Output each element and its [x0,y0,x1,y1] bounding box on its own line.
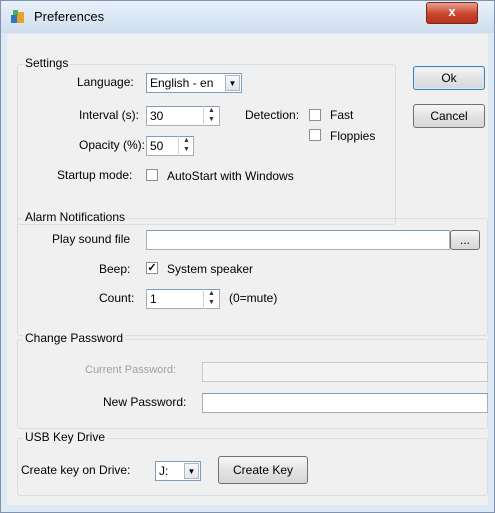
fast-checkbox[interactable] [309,109,321,121]
spin-up-icon[interactable]: ▲ [204,106,219,115]
language-select[interactable]: English - en ▼ [146,73,242,93]
new-password-input[interactable] [202,393,488,413]
drive-value: J: [159,464,169,478]
language-value: English - en [150,76,214,90]
alarm-legend: Alarm Notifications [23,210,128,224]
title-bar[interactable]: Preferences x [1,1,494,33]
chevron-down-icon[interactable]: ▼ [225,75,240,91]
create-key-label: Create Key [232,463,294,477]
play-sound-label: Play sound file [52,232,131,246]
spin-up-icon[interactable]: ▲ [204,289,219,298]
current-password-label: Current Password: [85,364,177,376]
spin-down-icon[interactable]: ▼ [204,115,219,124]
settings-legend: Settings [23,56,71,70]
password-legend: Change Password [23,331,126,345]
interval-value: 30 [150,109,164,123]
language-label: Language: [77,75,134,89]
autostart-checkbox[interactable] [146,169,158,181]
count-value: 1 [150,292,157,306]
password-group [17,339,488,429]
cancel-button-label: Cancel [430,109,468,123]
system-speaker-checkbox[interactable]: ✓ [146,262,158,274]
system-speaker-label: System speaker [167,262,254,276]
autostart-label: AutoStart with Windows [167,169,294,183]
startup-mode-label: Startup mode: [57,168,133,182]
preferences-window: Preferences x Settings Language: English… [0,0,495,513]
browse-button-label: ... [459,233,470,247]
opacity-stepper[interactable]: ▲ ▼ [178,136,194,156]
dialog-client-area: Settings Language: English - en ▼ Interv… [7,34,488,505]
new-password-label: New Password: [103,395,187,409]
fast-label: Fast [330,108,354,122]
window-title: Preferences [34,9,105,24]
spin-down-icon[interactable]: ▼ [204,298,219,307]
drive-select[interactable]: J: ▼ [155,461,201,481]
usb-legend: USB Key Drive [23,430,108,444]
interval-label: Interval (s): [79,108,140,122]
detection-label: Detection: [245,108,300,122]
browse-button[interactable]: ... [450,230,480,250]
chevron-down-icon[interactable]: ▼ [184,463,199,479]
app-icon [11,10,25,24]
opacity-value: 50 [150,139,164,153]
sound-file-input[interactable] [146,230,450,250]
count-stepper[interactable]: ▲ ▼ [203,289,219,309]
opacity-label: Opacity (%): [79,138,146,152]
count-label: Count: [99,291,135,305]
create-on-drive-label: Create key on Drive: [21,463,131,477]
cancel-button[interactable]: Cancel [413,104,485,128]
create-key-button[interactable]: Create Key [218,456,308,484]
interval-stepper[interactable]: ▲ ▼ [203,106,219,126]
count-hint: (0=mute) [229,291,278,305]
floppies-checkbox[interactable] [309,129,321,141]
spin-down-icon[interactable]: ▼ [179,145,194,154]
beep-label: Beep: [99,262,131,276]
current-password-input[interactable] [202,362,488,382]
ok-button[interactable]: Ok [413,66,485,90]
close-icon: x [448,4,456,19]
close-button[interactable]: x [426,2,478,24]
spin-up-icon[interactable]: ▲ [179,136,194,145]
checkmark-icon: ✓ [147,262,157,274]
floppies-label: Floppies [330,129,376,143]
ok-button-label: Ok [441,71,457,85]
